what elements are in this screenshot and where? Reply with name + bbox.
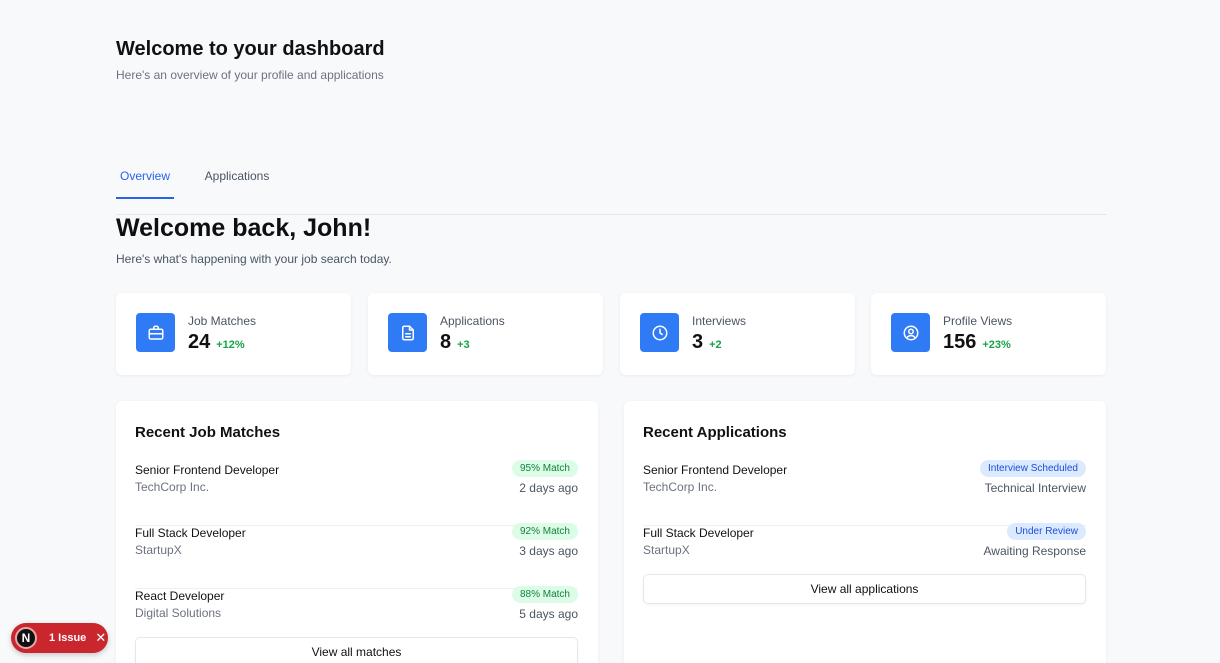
application-stage: Technical Interview — [984, 481, 1086, 495]
job-title: Full Stack Developer — [643, 526, 754, 540]
company-name: TechCorp Inc. — [643, 480, 718, 494]
application-stage: Awaiting Response — [983, 544, 1086, 558]
stat-change: +2 — [709, 339, 722, 351]
stat-change: +3 — [457, 339, 470, 351]
job-match-row[interactable]: Senior Frontend Developer TechCorp Inc. … — [135, 460, 578, 526]
job-title: Senior Frontend Developer — [643, 463, 788, 477]
company-name: StartupX — [643, 543, 690, 557]
stat-change: +12% — [216, 339, 245, 351]
posted-time: 3 days ago — [519, 544, 578, 558]
page-subtitle: Here's an overview of your profile and a… — [116, 68, 384, 82]
job-title: React Developer — [135, 589, 225, 603]
issue-count: 1 Issue — [49, 632, 87, 644]
match-badge: 95% Match — [511, 460, 578, 477]
company-name: StartupX — [135, 543, 182, 557]
posted-time: 5 days ago — [519, 607, 578, 621]
view-all-matches-button[interactable]: View all matches — [135, 637, 578, 663]
stat-number: 8 — [440, 331, 452, 353]
stat-number: 156 — [943, 331, 977, 353]
panel-title: Recent Applications — [643, 424, 787, 441]
stat-number: 24 — [188, 331, 211, 353]
stat-number: 3 — [692, 331, 704, 353]
document-icon — [388, 313, 427, 352]
stat-label: Job Matches — [188, 314, 257, 328]
panel-title: Recent Job Matches — [135, 424, 281, 441]
dashboard-page: Welcome to your dashboard Here's an over… — [0, 0, 1220, 663]
stat-label: Interviews — [692, 314, 747, 328]
stat-value: 8 +3 — [440, 331, 470, 354]
recent-job-matches-panel: Recent Job Matches Senior Frontend Devel… — [116, 401, 598, 663]
stat-value: 24 +12% — [188, 331, 245, 354]
welcome-heading: Welcome back, John! — [116, 214, 372, 242]
stat-card-profile-views: Profile Views 156 +23% — [871, 293, 1106, 375]
tab-applications[interactable]: Applications — [199, 160, 275, 199]
match-badge: 88% Match — [511, 586, 578, 603]
framework-logo-icon: N — [15, 627, 37, 649]
company-name: Digital Solutions — [135, 606, 222, 620]
welcome-subtitle: Here's what's happening with your job se… — [116, 252, 392, 266]
close-icon[interactable]: ✕ — [95, 630, 106, 646]
stat-value: 156 +23% — [943, 331, 1011, 354]
stat-card-applications: Applications 8 +3 — [368, 293, 603, 375]
job-title: Senior Frontend Developer — [135, 463, 280, 477]
stat-label: Profile Views — [943, 314, 1013, 328]
stat-label: Applications — [440, 314, 505, 328]
stat-card-job-matches: Job Matches 24 +12% — [116, 293, 351, 375]
view-all-applications-button[interactable]: View all applications — [643, 574, 1086, 604]
status-badge: Interview Scheduled — [979, 460, 1086, 477]
issues-indicator[interactable]: N 1 Issue ✕ — [11, 623, 108, 653]
user-circle-icon — [891, 313, 930, 352]
company-name: TechCorp Inc. — [135, 480, 210, 494]
match-badge: 92% Match — [511, 523, 578, 540]
recent-applications-panel: Recent Applications Senior Frontend Deve… — [624, 401, 1106, 663]
tab-overview[interactable]: Overview — [116, 160, 174, 199]
application-row[interactable]: Senior Frontend Developer TechCorp Inc. … — [643, 460, 1086, 526]
status-badge: Under Review — [1007, 523, 1086, 540]
briefcase-icon — [136, 313, 175, 352]
job-title: Full Stack Developer — [135, 526, 246, 540]
page-title: Welcome to your dashboard — [116, 38, 385, 60]
stat-card-interviews: Interviews 3 +2 — [620, 293, 855, 375]
stat-change: +23% — [982, 339, 1011, 351]
clock-icon — [640, 313, 679, 352]
posted-time: 2 days ago — [519, 481, 578, 495]
stat-value: 3 +2 — [692, 331, 722, 354]
job-match-row[interactable]: Full Stack Developer StartupX 92% Match … — [135, 523, 578, 589]
tab-bar: Overview Applications — [116, 160, 1107, 215]
